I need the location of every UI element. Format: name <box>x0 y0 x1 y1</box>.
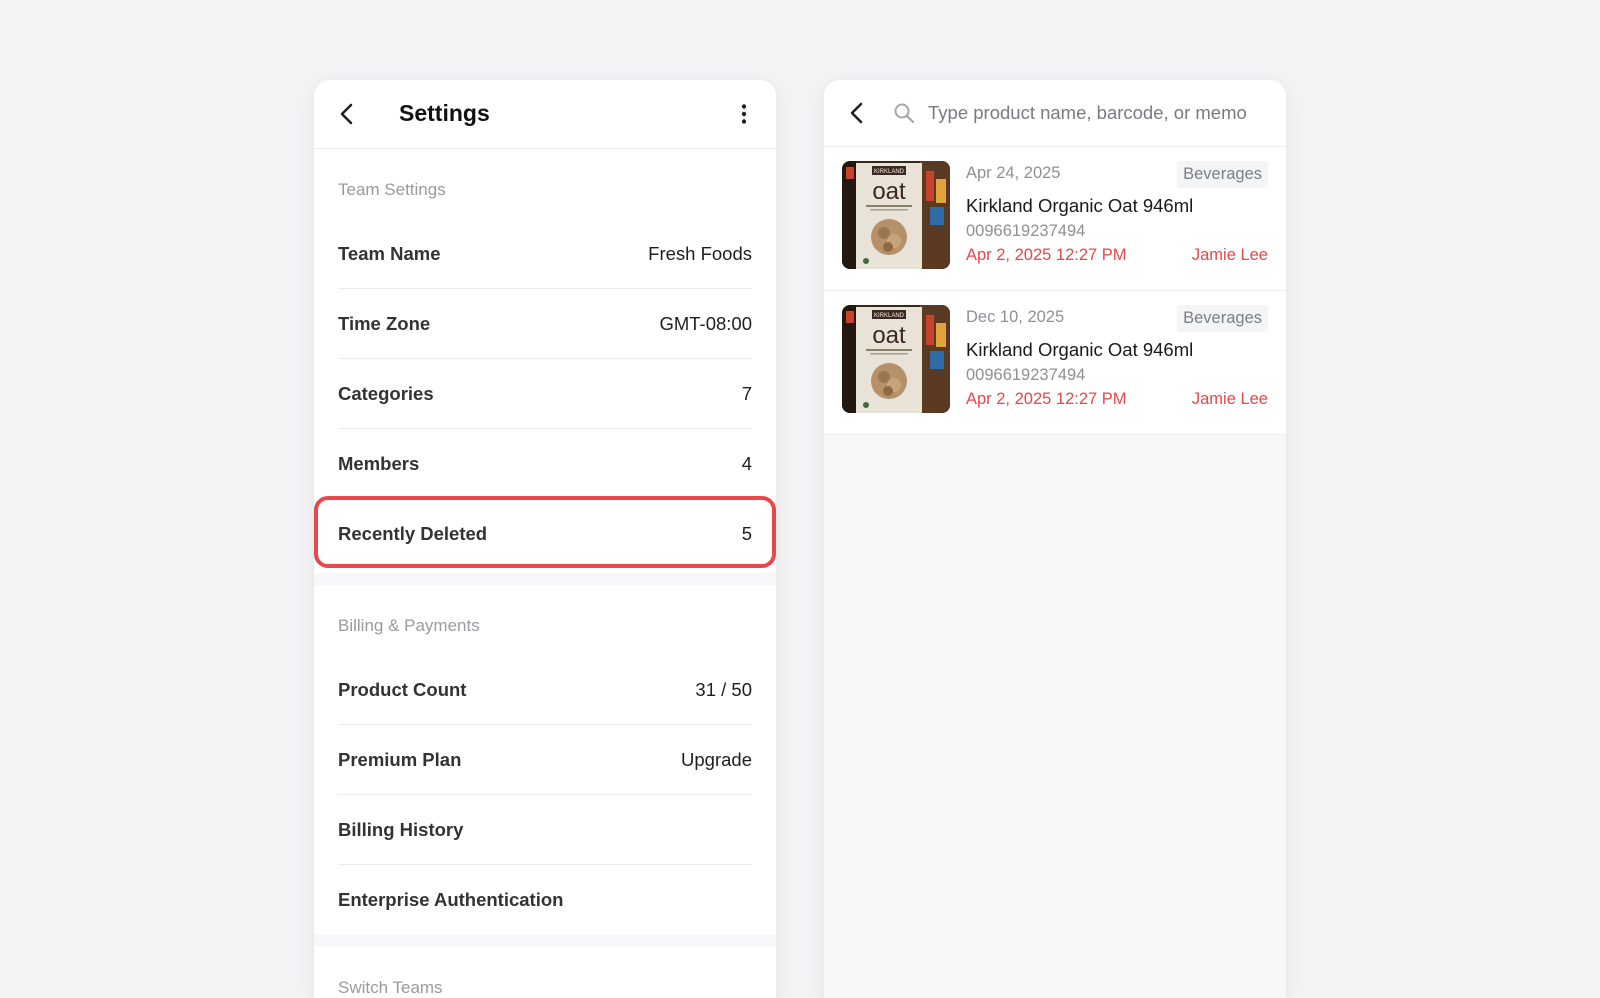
back-arrow-icon[interactable] <box>336 102 360 126</box>
row-value: 31 / 50 <box>695 678 752 700</box>
settings-screen: Settings Team Settings Team Name Fresh F… <box>314 80 776 998</box>
section-label-switch-teams: Switch Teams <box>338 978 443 997</box>
product-barcode: 0096619237494 <box>966 222 1086 240</box>
row-label: Members <box>338 452 420 474</box>
thumb-brand-label: KIRKLAND <box>874 169 905 175</box>
settings-row-recently-deleted[interactable]: Recently Deleted 5 <box>338 499 752 569</box>
row-value: 7 <box>741 382 752 404</box>
row-label: Product Count <box>338 678 467 700</box>
search-input[interactable] <box>928 95 1268 131</box>
settings-row-team-name[interactable]: Team Name Fresh Foods <box>338 219 752 289</box>
product-name: Kirkland Organic Oat 946ml <box>966 339 1194 360</box>
search-header <box>824 80 1286 147</box>
row-value: 4 <box>741 452 752 474</box>
settings-header: Settings <box>314 80 776 149</box>
product-thumbnail: KIRKLAND oat <box>842 305 950 413</box>
row-label: Enterprise Authentication <box>338 889 564 910</box>
billing-payments-section: Billing & Payments Product Count 31 / 50… <box>314 585 776 935</box>
thumb-brand-label: KIRKLAND <box>874 313 905 319</box>
page-title: Settings <box>399 100 490 126</box>
product-thumbnail: KIRKLAND oat <box>842 161 950 269</box>
list-item[interactable]: KIRKLAND oat Apr 24, 2025 Beverages Kirk… <box>824 147 1286 291</box>
product-barcode: 0096619237494 <box>966 366 1086 384</box>
search-icon <box>894 103 915 124</box>
category-badge: Beverages <box>1177 305 1268 332</box>
settings-row-billing-history[interactable]: Billing History <box>338 795 752 865</box>
row-label: Team Name <box>338 242 441 264</box>
item-date: Dec 10, 2025 <box>966 308 1065 326</box>
item-date: Apr 24, 2025 <box>966 164 1061 182</box>
section-label-billing-payments: Billing & Payments <box>338 616 480 635</box>
settings-row-product-count[interactable]: Product Count 31 / 50 <box>338 655 752 725</box>
deleted-timestamp: Apr 2, 2025 12:27 PM <box>966 246 1127 264</box>
more-vertical-icon[interactable] <box>732 102 756 126</box>
row-label: Billing History <box>338 818 464 840</box>
settings-row-categories[interactable]: Categories 7 <box>338 359 752 429</box>
section-label-team-settings: Team Settings <box>338 180 446 199</box>
team-settings-section: Team Settings Team Name Fresh Foods Time… <box>314 149 776 573</box>
deleted-by-user: Jamie Lee <box>1191 390 1268 408</box>
row-label: Time Zone <box>338 312 431 334</box>
recently-deleted-screen: KIRKLAND oat Apr 24, 2025 Beverages Kirk… <box>824 80 1286 998</box>
row-value: 5 <box>741 523 752 544</box>
thumb-word-label: oat <box>872 178 906 205</box>
list-item[interactable]: KIRKLAND oat Dec 10, 2025 Beverages Kirk… <box>824 291 1286 435</box>
settings-row-time-zone[interactable]: Time Zone GMT-08:00 <box>338 289 752 359</box>
deleted-by-user: Jamie Lee <box>1191 246 1268 264</box>
row-label: Recently Deleted <box>338 523 488 544</box>
product-name: Kirkland Organic Oat 946ml <box>966 195 1194 216</box>
thumb-word-label: oat <box>872 322 906 349</box>
row-label: Categories <box>338 382 434 404</box>
settings-row-members[interactable]: Members 4 <box>338 429 752 499</box>
deleted-timestamp: Apr 2, 2025 12:27 PM <box>966 390 1127 408</box>
row-label: Premium Plan <box>338 748 462 770</box>
row-value: GMT-08:00 <box>659 312 752 334</box>
category-badge: Beverages <box>1177 161 1268 188</box>
settings-row-premium-plan[interactable]: Premium Plan Upgrade <box>338 725 752 795</box>
switch-teams-section: Switch Teams <box>314 947 776 998</box>
row-value: Fresh Foods <box>648 242 752 264</box>
back-arrow-icon[interactable] <box>846 101 870 125</box>
settings-row-enterprise-authentication[interactable]: Enterprise Authentication <box>338 865 752 935</box>
upgrade-link[interactable]: Upgrade <box>681 749 752 771</box>
